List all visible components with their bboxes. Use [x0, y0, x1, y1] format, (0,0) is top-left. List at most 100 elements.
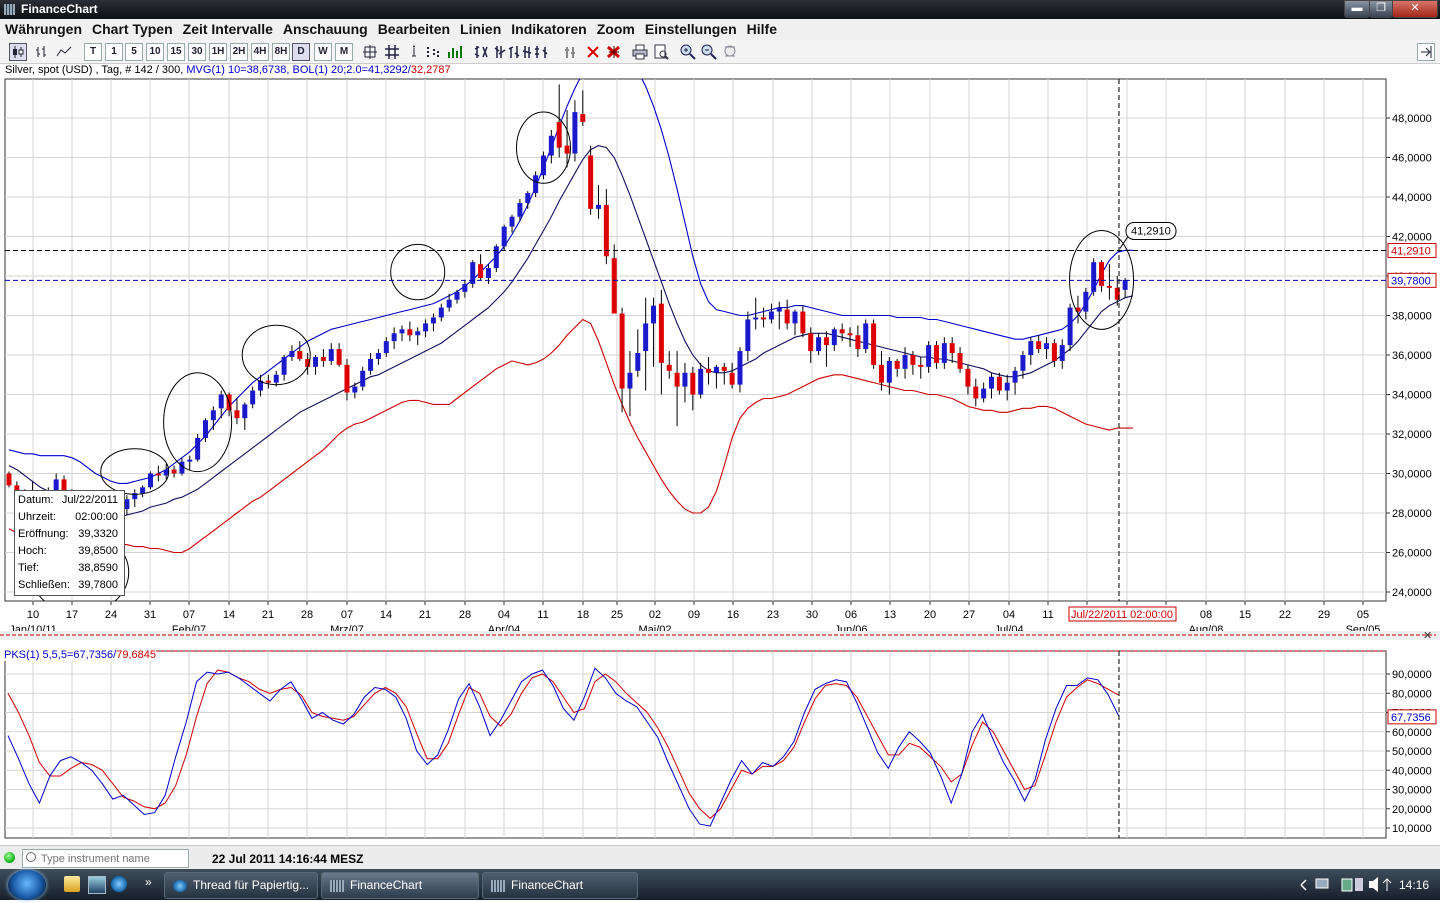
- oscillator-d-label: 79,6845: [116, 649, 156, 661]
- interval-button-4h[interactable]: 4H: [251, 43, 269, 61]
- interval-button-30[interactable]: 30: [188, 43, 206, 61]
- candle-body: [556, 121, 562, 148]
- taskbar-button-label: Thread für Papiertig...: [193, 878, 310, 892]
- y-tick-label: 46,0000: [1392, 153, 1432, 165]
- candle-body: [933, 345, 939, 363]
- menu-indikatoren[interactable]: Indikatoren: [506, 19, 591, 37]
- candle-body: [831, 329, 837, 346]
- restore-button[interactable]: ❐: [1369, 0, 1393, 18]
- instrument-search-input[interactable]: [39, 851, 188, 867]
- candle-body: [910, 355, 916, 365]
- interval-button-1h[interactable]: 1H: [209, 43, 227, 61]
- interval-button-m[interactable]: M: [335, 43, 353, 61]
- x-tick-label: 28: [459, 609, 471, 621]
- tooltip-row: Datum: Jul/22/2011: [18, 494, 122, 510]
- x-tick-label: 17: [66, 609, 78, 621]
- interval-button-t[interactable]: T: [84, 43, 102, 61]
- menu-hilfe[interactable]: Hilfe: [742, 19, 782, 37]
- oscillator-y-label: 80,0000: [1392, 688, 1432, 700]
- menu-zoom[interactable]: Zoom: [592, 19, 640, 37]
- status-bar: 22 Jul 2011 14:16:44 MESZ: [0, 845, 1440, 870]
- browser-icon[interactable]: [111, 876, 127, 892]
- menu-einstellungen[interactable]: Einstellungen: [640, 19, 742, 37]
- y-tick-label: 42,0000: [1392, 232, 1432, 244]
- interval-button-10[interactable]: 10: [146, 43, 164, 61]
- candle-body: [792, 311, 798, 324]
- close-button[interactable]: ✕: [1392, 0, 1438, 18]
- x-tick-label: 04: [498, 609, 510, 621]
- oscillator-current-label: 67,7356: [1391, 712, 1431, 724]
- taskbar-button-label: FinanceChart: [350, 878, 423, 892]
- interval-button-d[interactable]: D: [292, 43, 310, 61]
- zoom-out-icon[interactable]: [700, 43, 718, 61]
- candle-body: [399, 329, 405, 334]
- interval-button-15[interactable]: 15: [167, 43, 185, 61]
- crosshair-icon[interactable]: [361, 43, 379, 61]
- candle-body: [1067, 307, 1073, 346]
- candlestick-icon[interactable]: [9, 43, 27, 61]
- ohlc-bar-icon[interactable]: [33, 43, 51, 61]
- taskbar-button-financechart-1[interactable]: FinanceChart: [321, 872, 479, 899]
- interval-button-w[interactable]: W: [314, 43, 332, 61]
- interval-button-8h[interactable]: 8H: [272, 43, 290, 61]
- menu-linien[interactable]: Linien: [455, 19, 506, 37]
- price-chart[interactable]: 24,0000 26,0000 28,0000 30,0000 32,0000 34,00…: [0, 76, 1440, 640]
- menu-bearbeiten[interactable]: Bearbeiten: [373, 19, 455, 37]
- menu-chart-typen[interactable]: Chart Typen: [87, 19, 178, 37]
- oscillator-label: PKS(1) 5,5,5=67,7356/79,6845: [4, 649, 156, 661]
- candle-body: [1028, 341, 1034, 355]
- candle-body: [344, 364, 350, 393]
- candle-body: [1051, 343, 1057, 361]
- zoom-in-icon[interactable]: [679, 43, 697, 61]
- line-chart-icon[interactable]: [55, 43, 73, 61]
- menu-zeit-intervalle[interactable]: Zeit Intervalle: [178, 19, 278, 37]
- tooltip-row: Hoch: 39,8500: [18, 545, 122, 561]
- panel-toggle-icon[interactable]: [1417, 43, 1435, 61]
- interval-button-5[interactable]: 5: [125, 43, 143, 61]
- interval-button-2h[interactable]: 2H: [230, 43, 248, 61]
- info-icon[interactable]: [405, 43, 423, 61]
- oscillator-y-label: 20,0000: [1392, 804, 1432, 816]
- start-button[interactable]: [8, 870, 46, 900]
- candle-body: [596, 204, 601, 209]
- candle-body: [729, 372, 735, 385]
- oscillator-y-label: 40,0000: [1392, 765, 1432, 777]
- candle-body: [580, 114, 586, 122]
- candle-body: [517, 202, 523, 217]
- tool-icon[interactable]: [562, 43, 580, 61]
- print-preview-icon[interactable]: [652, 43, 670, 61]
- candle-body: [1122, 279, 1128, 290]
- candle-tooltip: Datum: Jul/22/2011 Uhrzeit: 02:00:00 Eröffnu…: [14, 490, 125, 596]
- taskbar-button-browser[interactable]: Thread für Papiertig...: [164, 872, 318, 899]
- menu-waehrungen[interactable]: Währungen: [0, 19, 87, 37]
- x-tick-label: 07: [183, 609, 195, 621]
- delete-all-icon[interactable]: [604, 43, 624, 61]
- candle-body: [391, 333, 397, 342]
- print-icon[interactable]: [631, 43, 649, 61]
- candle-body: [957, 353, 963, 369]
- menu-anschauung[interactable]: Anschauung: [278, 19, 373, 37]
- interval-button-1[interactable]: 1: [105, 43, 123, 61]
- folder-icon[interactable]: [64, 876, 80, 892]
- candle-body: [690, 372, 696, 395]
- instrument-search[interactable]: [22, 849, 189, 868]
- delete-icon[interactable]: [584, 43, 602, 61]
- candle-body: [1020, 355, 1026, 371]
- quicklaunch-overflow[interactable]: »: [145, 875, 152, 889]
- minimize-button[interactable]: ▬: [1344, 0, 1370, 18]
- dots-icon[interactable]: [424, 43, 442, 61]
- candle-body: [627, 372, 633, 389]
- candle-body: [635, 353, 641, 371]
- grid-icon[interactable]: [383, 43, 401, 61]
- tray-icons[interactable]: [1297, 869, 1397, 900]
- zoom-reset-icon[interactable]: [721, 43, 739, 61]
- oscillator-chart[interactable]: 10,0000 20,0000 30,0000 40,0000 50,0000 60,00…: [0, 640, 1440, 845]
- candle-body: [210, 410, 216, 421]
- x-tick-label: 08: [1200, 609, 1212, 621]
- tool-icon[interactable]: [473, 43, 555, 61]
- desktop-icon[interactable]: [88, 876, 106, 894]
- indicator-icon[interactable]: [446, 43, 466, 61]
- candle-body: [147, 473, 153, 488]
- x-tick-label: 23: [767, 609, 779, 621]
- taskbar-button-financechart-2[interactable]: FinanceChart: [482, 872, 638, 899]
